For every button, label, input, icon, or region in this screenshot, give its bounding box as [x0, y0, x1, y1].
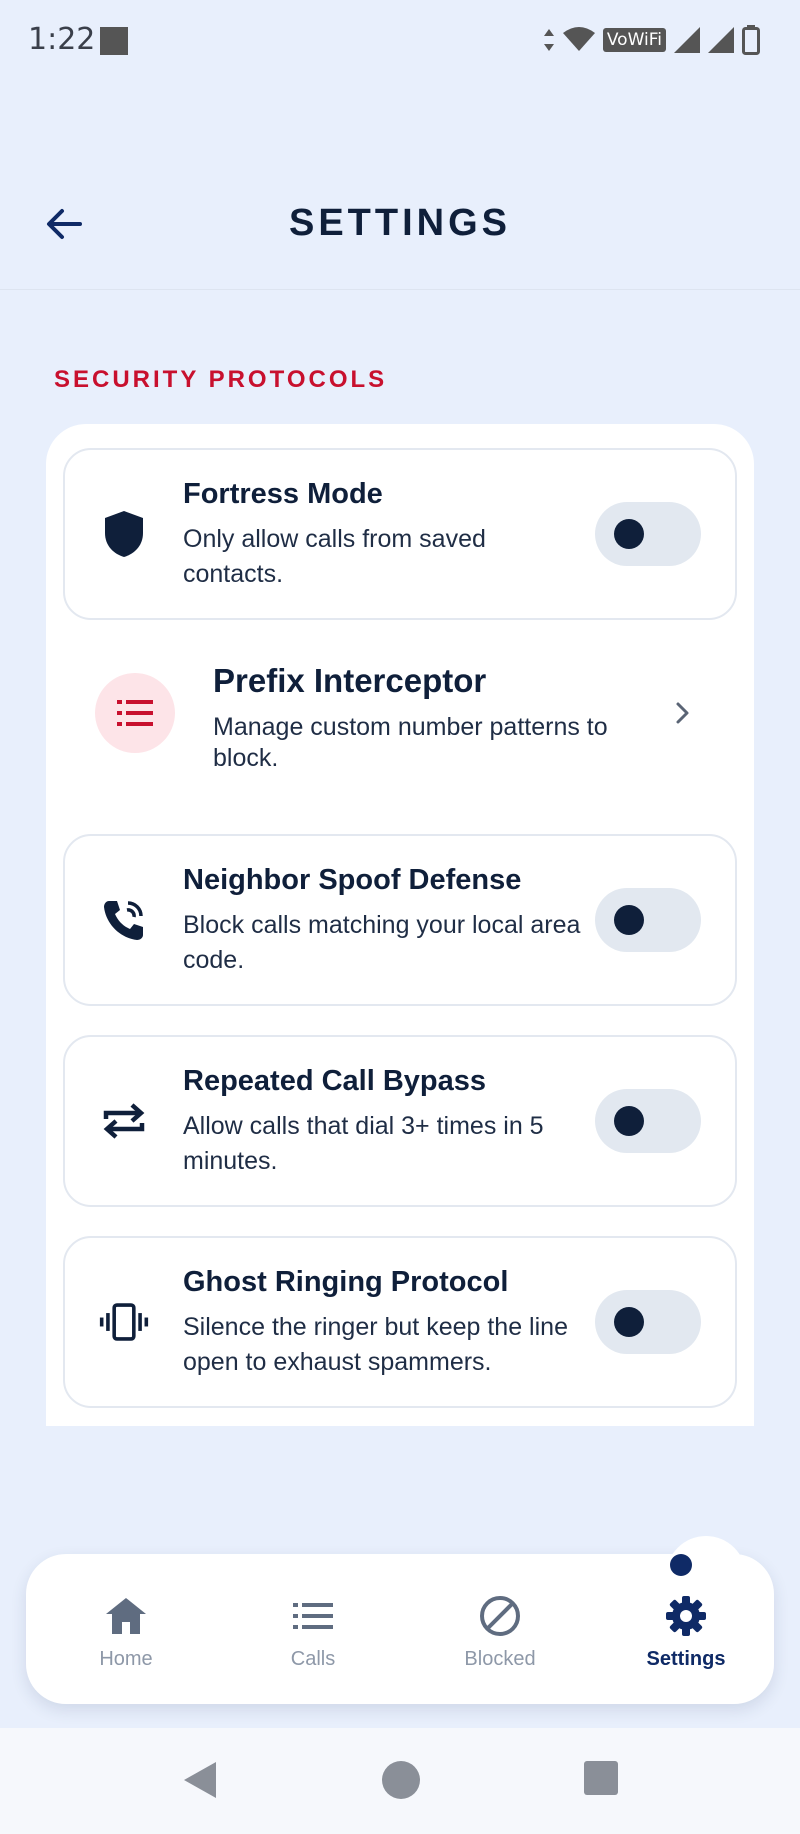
repeat-icon	[99, 1096, 149, 1146]
ghost-ringing-toggle[interactable]	[595, 1290, 701, 1354]
setting-description: Block calls matching your local area cod…	[183, 911, 581, 974]
system-recents-icon[interactable]	[583, 1760, 619, 1796]
neighbor-spoof-toggle[interactable]	[595, 888, 701, 952]
system-back-icon[interactable]	[182, 1760, 218, 1800]
battery-icon	[742, 25, 760, 55]
signal-icon	[674, 27, 700, 53]
setting-title: Repeated Call Bypass	[183, 1065, 487, 1097]
nav-label: Settings	[646, 1648, 726, 1670]
list-icon	[293, 1603, 333, 1629]
active-indicator-dot	[670, 1554, 692, 1576]
setting-prefix-interceptor[interactable]: Prefix Interceptor Manage custom number …	[63, 640, 737, 790]
setting-title: Fortress Mode	[183, 478, 383, 510]
notification-icon	[100, 27, 128, 55]
section-label: SECURITY PROTOCOLS	[54, 366, 388, 393]
toggle-knob	[614, 1106, 644, 1136]
repeated-call-toggle[interactable]	[595, 1089, 701, 1153]
setting-ghost-ringing-protocol: Ghost Ringing Protocol Silence the ringe…	[63, 1236, 737, 1408]
status-bar: 1:22 VoWiFi	[0, 0, 800, 80]
vibrate-icon	[99, 1297, 149, 1347]
nav-label: Blocked	[464, 1648, 536, 1670]
setting-fortress-mode: Fortress Mode Only allow calls from save…	[63, 448, 737, 620]
system-home-icon[interactable]	[381, 1760, 421, 1800]
bottom-nav: Home Calls Blocked Settings	[26, 1536, 774, 1704]
setting-title: Neighbor Spoof Defense	[183, 864, 522, 896]
setting-repeated-call-bypass: Repeated Call Bypass Allow calls that di…	[63, 1035, 737, 1207]
wifi-icon	[562, 27, 595, 51]
setting-description: Allow calls that dial 3+ times in 5 minu…	[183, 1112, 544, 1175]
setting-description: Only allow calls from saved contacts.	[183, 525, 486, 588]
header: SETTINGS	[0, 160, 800, 290]
nav-calls[interactable]: Calls	[243, 1594, 383, 1671]
gear-icon	[666, 1596, 706, 1636]
chevron-right-icon	[676, 702, 689, 724]
nav-label: Calls	[290, 1648, 336, 1670]
setting-neighbor-spoof-defense: Neighbor Spoof Defense Block calls match…	[63, 834, 737, 1006]
toggle-knob	[614, 519, 644, 549]
system-nav-bar	[0, 1728, 800, 1834]
setting-title: Prefix Interceptor	[213, 662, 487, 699]
block-icon	[480, 1596, 520, 1636]
home-icon	[106, 1598, 146, 1634]
shield-icon	[99, 509, 149, 559]
signal-icon-2	[708, 27, 734, 53]
status-icons: VoWiFi	[543, 22, 760, 58]
fortress-mode-toggle[interactable]	[595, 502, 701, 566]
nav-blocked[interactable]: Blocked	[430, 1594, 570, 1671]
status-time: 1:22	[28, 22, 96, 57]
settings-panel: Fortress Mode Only allow calls from save…	[46, 424, 754, 1426]
setting-title: Ghost Ringing Protocol	[183, 1266, 509, 1298]
vowifi-label: VoWiFi	[602, 28, 666, 52]
toggle-knob	[614, 1307, 644, 1337]
data-arrows-icon	[543, 29, 554, 51]
nav-settings[interactable]: Settings	[616, 1594, 756, 1671]
setting-description: Manage custom number patterns to block.	[213, 713, 608, 772]
toggle-knob	[614, 905, 644, 935]
setting-description: Silence the ringer but keep the line ope…	[183, 1313, 568, 1376]
nav-home[interactable]: Home	[56, 1594, 196, 1671]
page-title: SETTINGS	[288, 202, 512, 244]
nav-label: Home	[99, 1648, 153, 1670]
phone-ringing-icon	[99, 895, 149, 945]
list-icon	[95, 673, 175, 753]
